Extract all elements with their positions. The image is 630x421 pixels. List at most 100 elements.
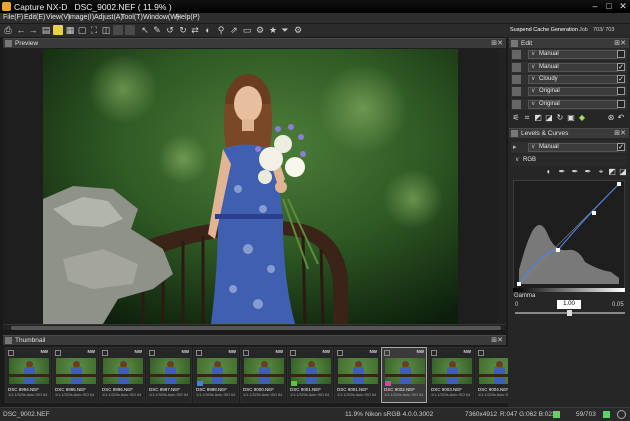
crop-tool-icon[interactable]: ⌗ [523,114,531,122]
thumbnail-item[interactable]: NW DSC 8998.NEF 1/1:1/320s Auto ISO 64 [193,347,239,403]
stack-icon[interactable]: ▣ [567,114,575,122]
thumbnail-item[interactable]: NW DSC 9001.NEF 1/1:1/320s Auto ISO 64 [287,347,333,403]
edit-row-checkbox[interactable] [617,50,625,58]
minimize-icon[interactable]: – [588,1,602,12]
monitor-icon[interactable]: ▭ [242,25,252,35]
levels-enable-checkbox[interactable]: ✓ [617,143,625,151]
thumbnail-checkbox[interactable] [55,350,61,356]
edit-row-select[interactable]: Original [528,87,618,96]
grid-view-icon[interactable]: ▦ [65,25,75,35]
back-arrow-icon[interactable]: ← [16,25,26,35]
menu-tool[interactable]: Tool(T) [121,14,143,21]
edit-row-select[interactable]: Manual [528,63,618,72]
maximize-icon[interactable]: □ [602,1,616,12]
fullscreen-icon[interactable]: ⛶ [89,25,99,35]
eyedropper-icon[interactable]: ✎ [152,25,162,35]
thumbnail-checkbox[interactable] [243,350,249,356]
menu-edit[interactable]: Edit(E) [24,14,45,21]
color-tool-icon[interactable]: ◪ [545,114,553,122]
transfer-icon[interactable]: ⇄ [190,25,200,35]
retouch-icon[interactable]: ◆ [578,114,586,122]
settings-icon[interactable]: ⚙ [293,25,303,35]
linear-curve-icon[interactable]: ◩ [608,168,616,176]
adjust-icon[interactable]: ⚟ [512,114,520,122]
curve-graph[interactable] [512,179,626,293]
curves-tool-icon[interactable]: ◩ [534,114,542,122]
panel-close-icon[interactable]: ⊞✕ [614,39,626,48]
edit-row-select[interactable]: Manual [528,50,618,59]
tab-suspend-cache[interactable]: Suspend Cache Generation [510,27,578,33]
menu-help[interactable]: Help(P) [176,14,200,21]
straighten-icon[interactable] [125,25,135,35]
menu-file[interactable]: File(F) [3,14,23,21]
reset-curve-icon[interactable]: ◪ [619,168,627,176]
edit-row-select[interactable]: Cloudy [528,75,618,84]
thumbnail-checkbox[interactable] [478,350,484,356]
rotate-tool-icon[interactable]: ↻ [556,114,564,122]
expand-icon[interactable]: ▸ [513,143,517,151]
thumbnail-item[interactable]: NW DSC 9001.NEF 1/1:1/320s Auto ISO 64 [334,347,380,403]
info-icon[interactable] [617,410,626,419]
black-eyedropper-icon[interactable]: ✒ [558,168,566,176]
move-icon[interactable]: ↖ [140,25,150,35]
thumbnail-checkbox[interactable] [337,350,343,356]
menu-view[interactable]: View(V) [46,14,70,21]
compare-icon[interactable]: ◫ [101,25,111,35]
browser-icon[interactable]: ▤ [41,25,51,35]
thumbnail-item[interactable]: NW DSC 8997.NEF 1/1:1/320s Auto ISO 64 [146,347,192,403]
play-icon[interactable] [553,411,560,418]
auto-contrast-icon[interactable]: ◐ [545,168,553,176]
panel-close-icon[interactable]: ⊞✕ [614,129,626,138]
edit-row-checkbox[interactable] [617,100,625,108]
thumbnail-checkbox[interactable] [290,350,296,356]
undo-icon[interactable]: ↶ [617,114,625,122]
highlights-icon[interactable]: ◐ [203,25,213,35]
thumbnail-item[interactable]: NW DSC 9000.NEF 1/1:1/320s Auto ISO 64 [240,347,286,403]
preview-image[interactable] [43,49,458,324]
print-icon[interactable]: ⎙ [3,25,13,35]
panel-close-icon[interactable]: ⊞✕ [491,336,503,345]
anchor-point-icon[interactable]: ⌖ [597,168,605,176]
panel-close-icon[interactable]: ⊞✕ [491,39,503,48]
next-icon[interactable] [603,411,610,418]
batch-icon[interactable]: ⚙ [255,25,265,35]
filter-icon[interactable]: ⏷ [280,25,290,35]
rotate-left-icon[interactable]: ↺ [165,25,175,35]
edit-row-select[interactable]: Original [528,100,618,109]
scrollbar-thumb[interactable] [11,326,501,330]
gamma-input[interactable]: 1.00 [557,300,581,309]
levels-mode-select[interactable]: Manual [528,143,618,152]
preview-vertical-scrollbar[interactable] [497,49,506,324]
close-icon[interactable]: ✕ [616,1,630,12]
edit-row-checkbox[interactable]: ✓ [617,75,625,83]
thumbnail-item[interactable]: NW DSC 8995.NEF 1/1:1/320s Auto ISO 64 [52,347,98,403]
zoom-icon[interactable]: ⚲ [216,25,226,35]
thumbnail-checkbox[interactable] [8,350,14,356]
thumbnail-checkbox[interactable] [149,350,155,356]
preview-view-icon[interactable]: ▢ [77,25,87,35]
edit-row-checkbox[interactable] [617,87,625,95]
forward-arrow-icon[interactable]: → [28,25,38,35]
thumbnail-checkbox[interactable] [196,350,202,356]
preview-horizontal-scrollbar[interactable] [3,324,506,330]
menu-image[interactable]: Image(I) [68,14,94,21]
thumbnail-checkbox[interactable] [431,350,437,356]
thumbnail-checkbox[interactable] [102,350,108,356]
gamma-slider-handle[interactable] [567,310,572,316]
open-with-icon[interactable]: ⇗ [229,25,239,35]
thumbnail-item[interactable]: NW DSC 8996.NEF 1/1:1/320s Auto ISO 64 [99,347,145,403]
reset-icon[interactable]: ⊛ [607,114,615,122]
rating-star-icon[interactable]: ★ [268,25,278,35]
rotate-right-icon[interactable]: ↻ [178,25,188,35]
thumbnail-item[interactable]: NW DSC 9002.NEF 1/1:1/320s Auto ISO 64 [381,347,427,403]
edit-row-checkbox[interactable]: ✓ [617,63,625,71]
menu-window[interactable]: Window(W) [143,14,179,21]
crop-icon[interactable] [113,25,123,35]
menu-adjust[interactable]: Adjust(A) [94,14,123,21]
levels-channel-select[interactable]: RGB [523,157,536,163]
thumbnail-view-icon[interactable] [53,25,63,35]
thumbnail-checkbox[interactable] [384,350,390,356]
channel-chevron-icon[interactable]: ∨ [515,156,519,163]
white-eyedropper-icon[interactable]: ✒ [584,168,592,176]
tab-job[interactable]: Job [579,27,588,33]
